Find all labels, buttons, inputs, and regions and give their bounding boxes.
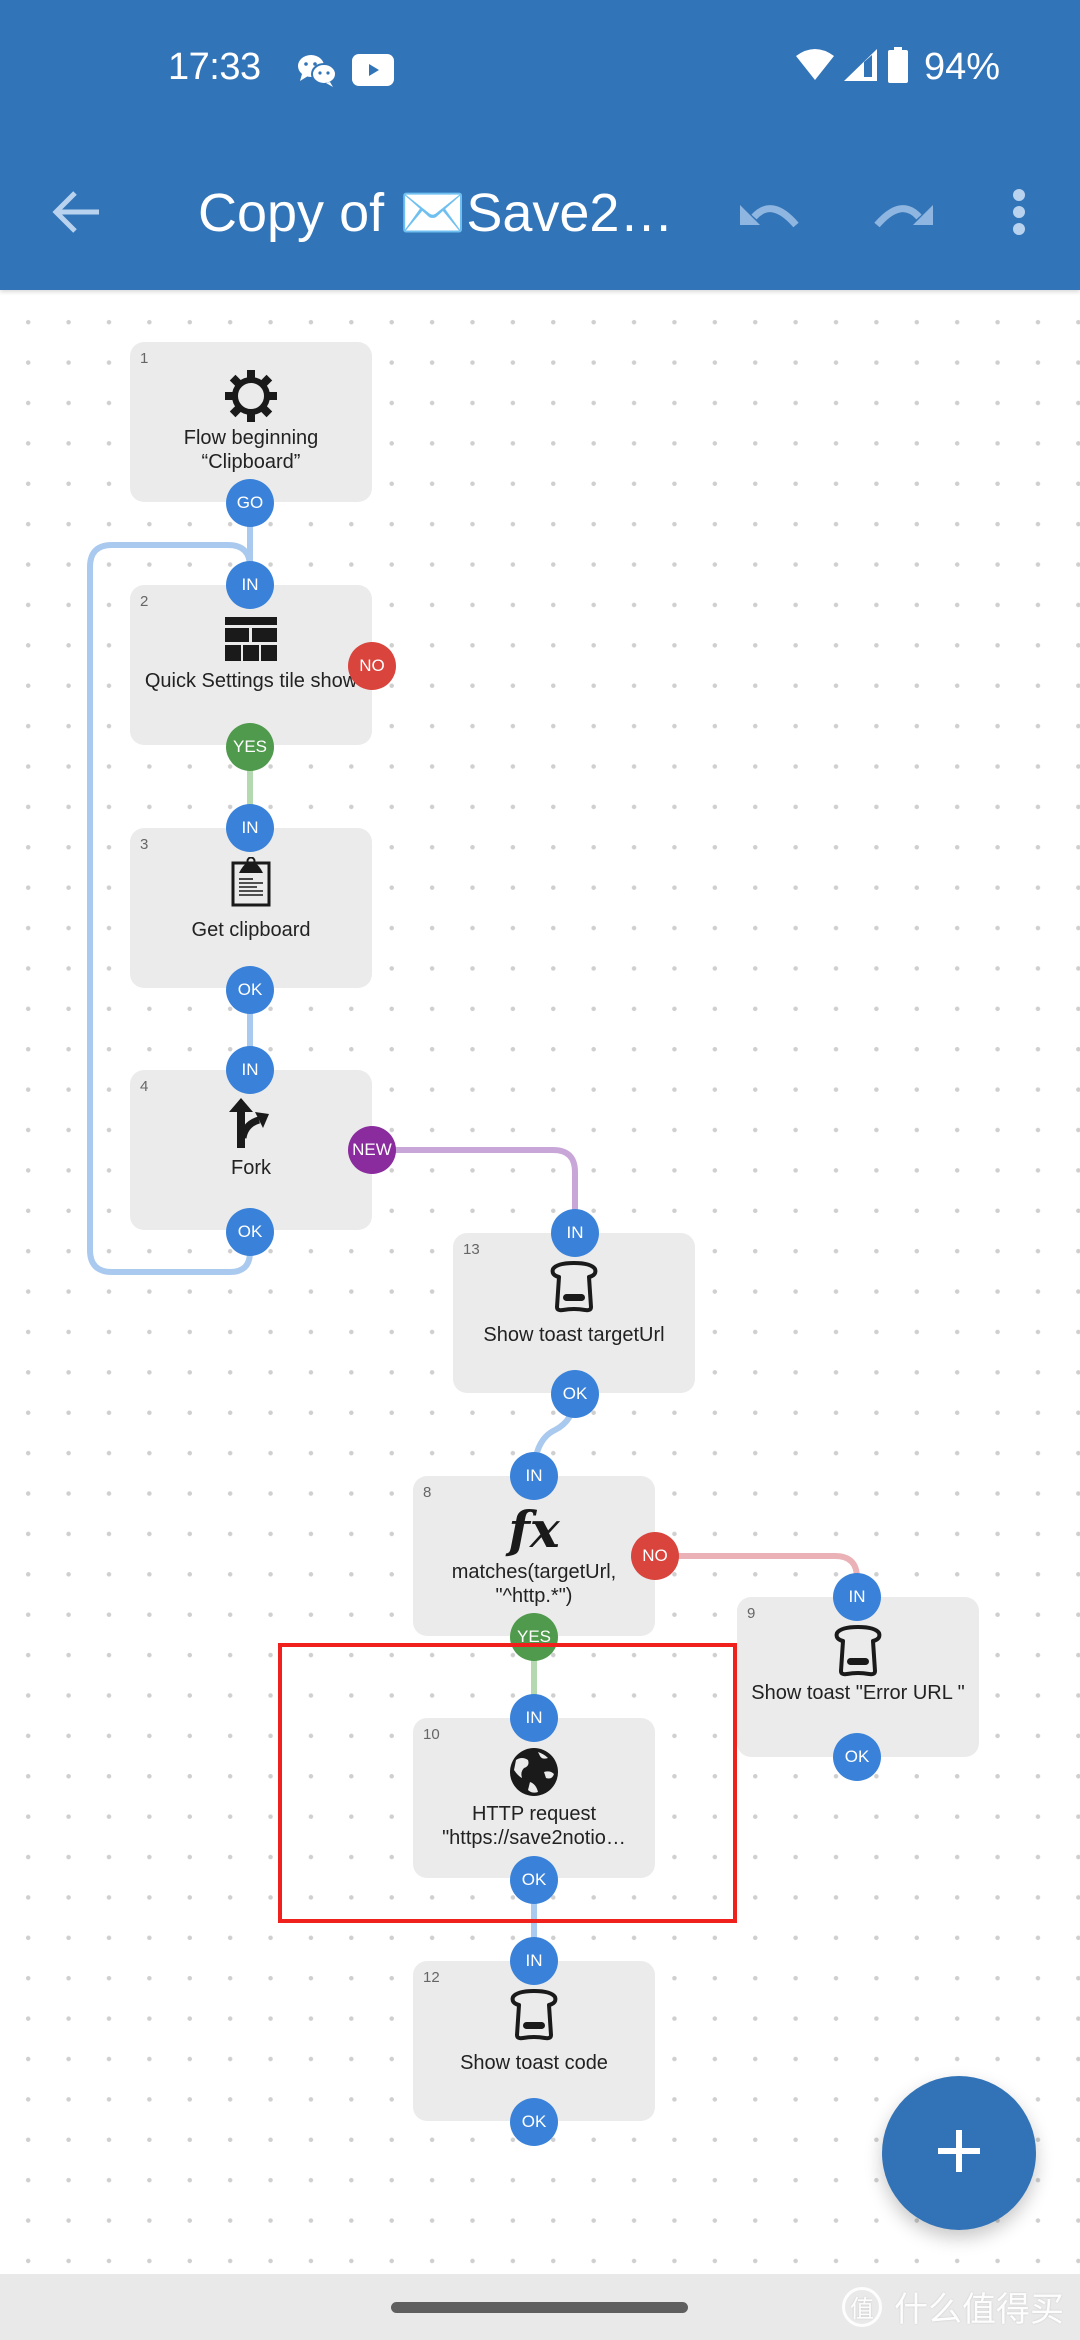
watermark-text: 什么值得买	[894, 2291, 1064, 2329]
node-fork[interactable]: 4 Fork	[130, 1070, 372, 1230]
node-flow-beginning[interactable]: 1 Flow beginning “Clipboard”	[130, 342, 372, 502]
node-number: 1	[140, 350, 149, 367]
toast-icon	[453, 1259, 695, 1315]
pin-in[interactable]: IN	[510, 1452, 558, 1500]
arrow-left-icon	[51, 189, 101, 240]
wifi-icon	[795, 48, 834, 87]
undo-button[interactable]	[735, 182, 805, 246]
node-label: Show toast "Error URL "	[751, 1682, 965, 1704]
node-label: HTTP request "https://save2notio…	[442, 1803, 626, 1849]
node-show-toast-targeturl[interactable]: 13 Show toast targetUrl	[453, 1233, 695, 1393]
youtube-icon	[352, 54, 394, 91]
status-indicators: 94%	[795, 46, 1000, 89]
pin-in[interactable]: IN	[833, 1573, 881, 1621]
back-button[interactable]	[44, 182, 108, 246]
pin-ok[interactable]: OK	[226, 966, 274, 1014]
gesture-handle[interactable]	[391, 2302, 688, 2313]
pin-in[interactable]: IN	[551, 1209, 599, 1257]
pin-in[interactable]: IN	[510, 1937, 558, 1985]
pin-ok[interactable]: OK	[833, 1733, 881, 1781]
gear-icon	[130, 368, 372, 424]
toast-icon	[737, 1623, 979, 1679]
node-label: Get clipboard	[191, 919, 311, 941]
pin-in[interactable]: IN	[226, 561, 274, 609]
node-label: Show toast targetUrl	[483, 1324, 665, 1346]
more-vertical-icon	[1012, 188, 1026, 241]
node-label: Flow beginning “Clipboard”	[183, 427, 319, 473]
clipboard-icon	[130, 854, 372, 910]
pin-in[interactable]: IN	[226, 1046, 274, 1094]
node-label: matches(targetUrl, "^http.*")	[451, 1561, 617, 1607]
node-number: 2	[140, 593, 149, 610]
pin-yes[interactable]: YES	[510, 1613, 558, 1661]
redo-button[interactable]	[868, 182, 938, 246]
pin-yes[interactable]: YES	[226, 723, 274, 771]
more-options-button[interactable]	[994, 182, 1044, 246]
globe-icon	[413, 1744, 655, 1800]
node-number: 3	[140, 836, 149, 853]
node-label: Show toast code	[460, 2052, 608, 2074]
plus-icon	[938, 2129, 980, 2177]
pin-in[interactable]: IN	[226, 804, 274, 852]
node-show-toast-code[interactable]: 12 Show toast code	[413, 1961, 655, 2121]
pin-new[interactable]: NEW	[348, 1126, 396, 1174]
notification-icons	[296, 52, 394, 93]
pin-no[interactable]: NO	[631, 1532, 679, 1580]
node-number: 13	[463, 1241, 480, 1258]
quick-settings-tile-icon	[130, 611, 372, 667]
node-number: 12	[423, 1969, 440, 1986]
flow-title: Copy of ✉️Save2…	[198, 183, 674, 243]
node-number: 4	[140, 1078, 149, 1095]
pin-ok[interactable]: OK	[226, 1208, 274, 1256]
node-matches-expression[interactable]: 8 fx matches(targetUrl, "^http.*")	[413, 1476, 655, 1636]
node-number: 9	[747, 1605, 756, 1622]
function-fx-icon: fx	[508, 1500, 560, 1559]
pin-no[interactable]: NO	[348, 642, 396, 690]
node-label: Fork	[231, 1157, 271, 1179]
status-time: 17:33	[168, 46, 261, 88]
signal-icon	[843, 48, 878, 87]
node-number: 10	[423, 1726, 440, 1743]
add-block-button[interactable]	[882, 2076, 1036, 2230]
battery-percent: 94%	[923, 46, 1000, 88]
pin-ok[interactable]: OK	[510, 1856, 558, 1904]
watermark-badge: 值	[842, 2286, 882, 2327]
app-bar: 17:33 94% Copy of ✉️Save2…	[0, 0, 1080, 290]
pin-in[interactable]: IN	[510, 1694, 558, 1742]
node-http-request[interactable]: 10 HTTP request "https://save2notio…	[413, 1718, 655, 1878]
watermark: 值 什么值得买	[842, 2282, 1064, 2331]
battery-icon	[887, 47, 908, 88]
undo-icon	[740, 195, 800, 234]
pin-ok[interactable]: OK	[510, 2098, 558, 2146]
system-navigation-bar: 值 什么值得买	[0, 2274, 1080, 2340]
node-number: 8	[423, 1484, 432, 1501]
node-label: Quick Settings tile show	[144, 670, 358, 692]
node-get-clipboard[interactable]: 3 Get clipboard	[130, 828, 372, 988]
toast-icon	[413, 1987, 655, 2043]
fork-icon	[130, 1096, 372, 1152]
redo-icon	[873, 195, 933, 234]
wechat-icon	[296, 52, 338, 93]
pin-ok[interactable]: OK	[551, 1370, 599, 1418]
pin-go[interactable]: GO	[226, 479, 274, 527]
node-quick-settings-tile[interactable]: 2 Quick Settings tile show	[130, 585, 372, 745]
